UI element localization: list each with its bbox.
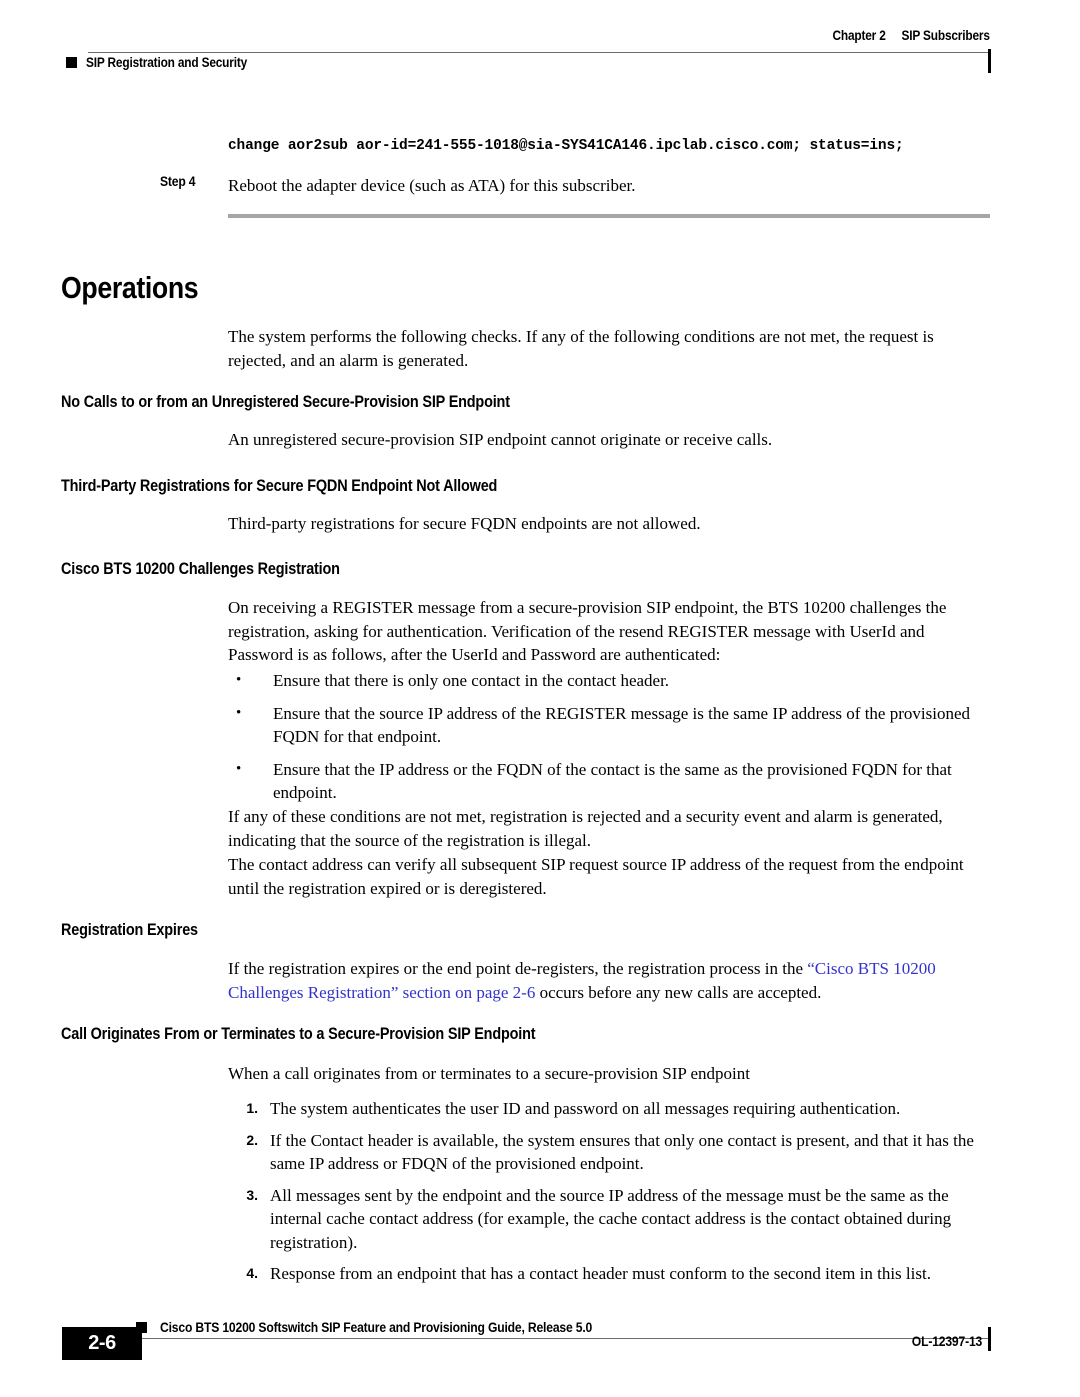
footer-edge-tick — [988, 1327, 991, 1351]
bullet-marker-icon: • — [236, 672, 242, 688]
bullet-marker-icon: • — [236, 760, 242, 777]
list-item-number: 1. — [246, 1100, 258, 1116]
list-item-text: The system authenticates the user ID and… — [270, 1099, 901, 1118]
list-item-text: Ensure that the source IP address of the… — [273, 703, 970, 747]
page-number-badge: 2-6 — [62, 1327, 142, 1360]
header-running-section: SIP Registration and Security — [66, 55, 269, 70]
document-page: Chapter 2 SIP Subscribers SIP Registratio… — [0, 0, 1080, 1397]
section-divider — [228, 214, 990, 218]
checks-bullet-list: • Ensure that there is only one contact i… — [228, 669, 990, 814]
call-steps-numbered-list: 1. The system authenticates the user ID a… — [228, 1097, 990, 1294]
list-item: 1. The system authenticates the user ID a… — [228, 1097, 990, 1121]
list-item-text: Response from an endpoint that has a con… — [270, 1264, 931, 1283]
xref-prefix-text: If the registration expires or the end p… — [228, 959, 808, 978]
step-text: Reboot the adapter device (such as ATA) … — [228, 176, 636, 195]
footer-guide-title: Cisco BTS 10200 Softswitch SIP Feature a… — [160, 1320, 593, 1335]
step-row: Step 4 Reboot the adapter device (such a… — [160, 174, 1000, 197]
cli-command-line: change aor2sub aor-id=241-555-1018@sia-S… — [228, 138, 904, 154]
paragraph-registration-expires: If the registration expires or the end p… — [228, 957, 990, 1004]
footer-document-number: OL-12397-13 — [911, 1334, 982, 1349]
header-edge-tick — [988, 49, 991, 73]
header-chapter-info: Chapter 2 SIP Subscribers — [832, 28, 991, 43]
subheading-no-calls: No Calls to or from an Unregistered Secu… — [61, 393, 510, 411]
paragraph-call-originates: When a call originates from or terminate… — [228, 1064, 750, 1083]
list-item: • Ensure that there is only one contact i… — [228, 669, 990, 693]
list-item: 3. All messages sent by the endpoint and … — [228, 1184, 990, 1255]
intro-paragraph: The system performs the following checks… — [228, 327, 934, 370]
header-chapter-title: SIP Subscribers — [901, 28, 990, 43]
list-item: • Ensure that the source IP address of th… — [228, 702, 990, 749]
xref-suffix-text: occurs before any new calls are accepted… — [535, 982, 822, 1002]
list-item-text: Ensure that the IP address or the FQDN o… — [273, 759, 952, 803]
list-item: • Ensure that the IP address or the FQDN … — [228, 758, 990, 805]
header-running-section-label: SIP Registration and Security — [86, 55, 248, 70]
step-label: Step 4 — [160, 174, 196, 189]
subheading-challenges-registration: Cisco BTS 10200 Challenges Registration — [61, 560, 340, 578]
square-marker-icon — [66, 57, 77, 68]
header-divider — [88, 52, 990, 53]
list-item-number: 2. — [246, 1131, 258, 1148]
paragraph-conditions-not-met: If any of these conditions are not met, … — [228, 807, 943, 850]
page-header: Chapter 2 SIP Subscribers SIP Registratio… — [0, 28, 1080, 80]
subheading-call-originates: Call Originates From or Terminates to a … — [61, 1025, 536, 1043]
list-item-text: If the Contact header is available, the … — [270, 1130, 974, 1174]
subheading-third-party: Third-Party Registrations for Secure FQD… — [61, 477, 498, 495]
paragraph-no-calls: An unregistered secure-provision SIP end… — [228, 430, 773, 449]
header-chapter-number: Chapter 2 — [832, 28, 886, 43]
list-item-number: 3. — [246, 1186, 258, 1203]
bullet-marker-icon: • — [236, 704, 242, 721]
list-item-text: Ensure that there is only one contact in… — [273, 671, 670, 690]
paragraph-contact-address: The contact address can verify all subse… — [228, 855, 964, 898]
subheading-registration-expires: Registration Expires — [61, 921, 198, 939]
list-item-number: 4. — [246, 1265, 258, 1281]
list-item: 2. If the Contact header is available, th… — [228, 1129, 990, 1176]
footer-divider — [88, 1338, 990, 1339]
list-item: 4. Response from an endpoint that has a c… — [228, 1262, 990, 1286]
list-item-text: All messages sent by the endpoint and th… — [270, 1185, 952, 1252]
paragraph-third-party: Third-party registrations for secure FQD… — [228, 514, 701, 533]
page-title: Operations — [61, 270, 199, 305]
paragraph-challenges-registration: On receiving a REGISTER message from a s… — [228, 598, 947, 664]
